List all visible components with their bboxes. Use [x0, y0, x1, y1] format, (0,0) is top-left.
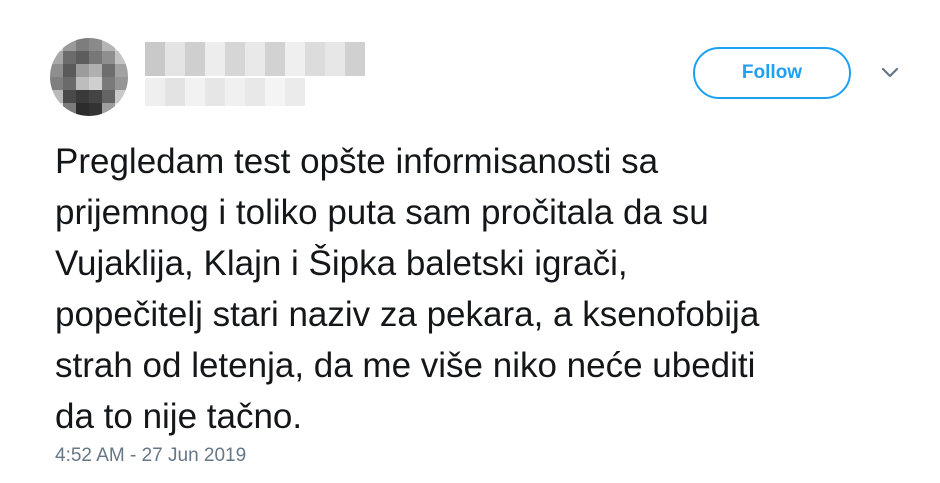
- avatar-pixel: [50, 64, 63, 77]
- name-pixel: [145, 42, 165, 76]
- avatar-pixel: [89, 90, 102, 103]
- display-name-blurred[interactable]: [145, 42, 365, 76]
- avatar-pixel: [102, 64, 115, 77]
- avatar-pixel: [63, 103, 76, 116]
- avatar-pixel: [102, 38, 115, 51]
- name-pixel: [325, 42, 345, 76]
- avatar-pixel: [63, 77, 76, 90]
- name-pixel: [265, 42, 285, 76]
- avatar-pixel: [115, 103, 128, 116]
- avatar-pixel: [102, 77, 115, 90]
- avatar-pixel: [89, 77, 102, 90]
- avatar-pixel: [76, 38, 89, 51]
- chevron-down-icon: [881, 67, 899, 78]
- avatar-pixel: [63, 90, 76, 103]
- handle-pixel: [205, 78, 225, 106]
- avatar-pixel: [115, 77, 128, 90]
- name-pixel: [205, 42, 225, 76]
- avatar-pixel: [89, 51, 102, 64]
- handle-blurred[interactable]: [145, 78, 305, 106]
- avatar-pixel: [50, 51, 63, 64]
- name-pixel: [225, 42, 245, 76]
- avatar-pixel: [89, 103, 102, 116]
- name-pixel: [165, 42, 185, 76]
- avatar-pixel: [63, 51, 76, 64]
- name-pixel: [185, 42, 205, 76]
- tweet-text: Pregledam test opšte informisanosti sa p…: [55, 142, 760, 436]
- avatar-pixel: [76, 103, 89, 116]
- name-pixel: [245, 42, 265, 76]
- avatar-pixel: [76, 77, 89, 90]
- follow-button-label: Follow: [741, 62, 803, 83]
- avatar-pixel: [115, 90, 128, 103]
- avatar-pixel: [50, 77, 63, 90]
- avatar-pixel: [76, 90, 89, 103]
- name-pixel: [345, 42, 365, 76]
- handle-pixel: [185, 78, 205, 106]
- handle-pixel: [145, 78, 165, 106]
- handle-pixel: [225, 78, 245, 106]
- avatar-pixel: [115, 64, 128, 77]
- avatar-pixel: [50, 90, 63, 103]
- avatar-pixel: [102, 103, 115, 116]
- avatar-pixel: [50, 103, 63, 116]
- avatar-pixel: [89, 64, 102, 77]
- avatar-pixel: [76, 51, 89, 64]
- avatar-pixel: [102, 90, 115, 103]
- handle-pixel: [165, 78, 185, 106]
- avatar-pixel: [63, 38, 76, 51]
- avatar-pixel: [102, 51, 115, 64]
- avatar-pixel: [76, 64, 89, 77]
- name-pixel: [305, 42, 325, 76]
- avatar-pixel: [89, 38, 102, 51]
- follow-button[interactable]: Follow: [693, 47, 851, 99]
- more-options-button[interactable]: [877, 62, 903, 84]
- tweet-timestamp[interactable]: 4:52 AM - 27 Jun 2019: [55, 445, 246, 467]
- tweet-card: Follow Pregledam test opšte informisanos…: [0, 0, 940, 483]
- avatar-pixel: [115, 51, 128, 64]
- handle-pixel: [265, 78, 285, 106]
- handle-pixel: [285, 78, 305, 106]
- handle-pixel: [245, 78, 265, 106]
- name-pixel: [285, 42, 305, 76]
- avatar[interactable]: [50, 38, 128, 116]
- avatar-pixel: [115, 38, 128, 51]
- avatar-pixel: [63, 64, 76, 77]
- avatar-pixel: [50, 38, 63, 51]
